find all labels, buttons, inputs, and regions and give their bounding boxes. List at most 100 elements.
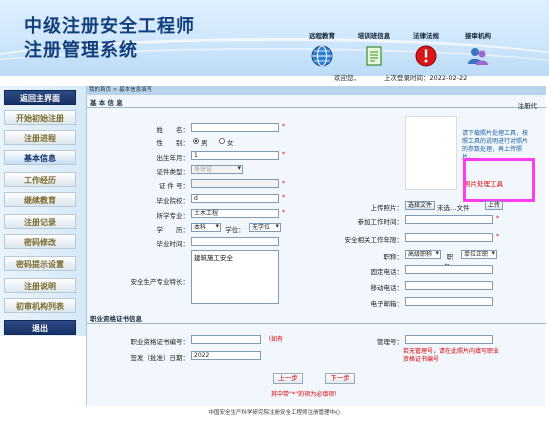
section-title-text: 基 本 信 息 — [90, 99, 123, 107]
alert-icon — [415, 45, 437, 67]
issue-date-label: 签发（批准）日期： — [130, 354, 190, 362]
education-select[interactable]: 本科 — [191, 223, 221, 232]
gender-male-radio[interactable] — [193, 138, 199, 144]
required-marker: * — [282, 180, 285, 187]
manager-number-note: 若无管理号，请在此照片内填写职业资格证书编号 — [403, 348, 500, 363]
sidebar-item-basic-info[interactable]: 基本信息 — [4, 150, 76, 165]
major-label: 所学专业： — [156, 212, 190, 220]
required-fields-note: 其中带“*”的项为必填项！ — [271, 391, 341, 398]
top-link-label: 法律法规 — [413, 32, 439, 40]
manager-number-label: 管理号： — [377, 338, 403, 346]
top-link-training[interactable]: 培训班信息 — [348, 30, 400, 67]
degree-label-text: 学位： — [225, 226, 245, 234]
email-label: 电子邮箱： — [370, 300, 404, 308]
people-icon — [468, 48, 488, 65]
sidebar-item-home[interactable]: 返回主界面 — [4, 90, 76, 105]
manager-number-input[interactable] — [405, 335, 493, 344]
birth-date-label: 出生年月： — [156, 154, 190, 162]
upload-button[interactable]: 上传 — [485, 201, 503, 210]
landline-label: 固定电话： — [370, 268, 404, 276]
birth-date-input[interactable]: 1 — [191, 151, 279, 160]
professional-title-select[interactable]: 高级职称 — [405, 250, 441, 259]
mobile-input[interactable] — [405, 281, 493, 290]
sidebar-item-change-password[interactable]: 密码修改 — [4, 234, 76, 249]
sidebar-item-registration-progress[interactable]: 注册进程 — [4, 130, 76, 145]
sidebar-item-continuing-education[interactable]: 继续教育 — [4, 192, 76, 207]
position-select[interactable]: 单位正职 — [461, 250, 497, 259]
required-marker: * — [282, 151, 285, 158]
choose-file-button[interactable]: 选择文件 — [405, 201, 435, 210]
next-step-button[interactable]: 下一步 — [325, 373, 355, 384]
safety-years-input[interactable] — [405, 233, 493, 242]
photo-preview — [405, 116, 457, 190]
id-type-select[interactable]: 身份证 — [191, 165, 243, 174]
welcome-text: 欢迎您， — [334, 74, 360, 82]
top-link-remote-education[interactable]: 远程教育 — [296, 30, 348, 67]
gender-male-label: 男 — [201, 139, 208, 147]
id-number-input[interactable] — [191, 179, 279, 188]
gender-female-label: 女 — [227, 139, 234, 147]
app-title-line1: 中级注册安全工程师 — [24, 16, 195, 37]
sidebar-item-start-registration[interactable]: 开始初始注册 — [4, 110, 76, 125]
globe-icon — [311, 45, 333, 67]
section-title-certificate: 职业资格证书信息 — [87, 314, 546, 324]
professional-title-label: 职称： — [383, 253, 404, 261]
email-input[interactable] — [405, 297, 493, 306]
required-marker: * — [496, 233, 499, 240]
expertise-textarea[interactable]: 建筑施工安全 — [191, 250, 279, 304]
expertise-label: 安全生产专业特长： — [130, 278, 190, 286]
gender-female-radio[interactable] — [219, 138, 225, 144]
sidebar: 返回主界面 开始初始注册 注册进程 基本信息 工作经历 继续教育 注册记录 密码… — [0, 86, 86, 336]
gender-label: 性 别： — [156, 139, 190, 147]
landline-input[interactable] — [405, 265, 493, 274]
work-start-label: 参加工作时间： — [357, 218, 404, 226]
name-label: 姓 名： — [156, 126, 190, 134]
sidebar-item-registration-guide[interactable]: 注册说明 — [4, 278, 76, 293]
school-label: 毕业院校： — [156, 197, 190, 205]
top-link-label: 接审机构 — [465, 32, 491, 40]
safety-years-label: 安全相关工作年限： — [344, 236, 404, 244]
top-links: 远程教育 培训班信息 法律法规 接审机构 — [296, 30, 536, 74]
file-status-text: 未选…文件 — [437, 204, 470, 212]
status-bar: 欢迎您， 上次登录时间：2022-02-22 — [90, 72, 549, 83]
school-input[interactable]: d — [191, 194, 279, 203]
registration-code-label: 注册代 — [517, 102, 538, 110]
degree-select[interactable]: 无学位 — [249, 223, 281, 232]
work-start-input[interactable] — [405, 215, 493, 224]
breadcrumb: 我的首页 > 基本信息填写 — [87, 86, 546, 95]
education-label: 学 历： — [156, 226, 190, 234]
sidebar-item-registration-records[interactable]: 注册记录 — [4, 214, 76, 229]
header-banner: 中级注册安全工程师 注册管理系统 远程教育 培训班信息 法律法规 接审机构 — [0, 0, 549, 76]
last-login-text: 上次登录时间：2022-02-22 — [384, 74, 468, 82]
id-type-label: 证件类型： — [156, 168, 190, 176]
sidebar-item-institution-list[interactable]: 初审机构列表 — [4, 298, 76, 313]
footer-text: 中国安全生产科学研究院注册安全工程师注册管理中心 — [208, 410, 341, 416]
top-link-label: 培训班信息 — [357, 32, 391, 40]
sidebar-item-work-history[interactable]: 工作经历 — [4, 172, 76, 187]
sidebar-item-password-hint[interactable]: 密码提示设置 — [4, 256, 76, 271]
issue-date-input[interactable]: 2022 — [191, 351, 261, 360]
app-title-line2: 注册管理系统 — [24, 40, 138, 61]
top-link-institutions[interactable]: 接审机构 — [452, 30, 504, 67]
required-marker: * — [496, 215, 499, 222]
name-input[interactable] — [191, 123, 279, 132]
highlight-box — [463, 158, 535, 202]
cert-number-label: 职业资格证书编号： — [130, 338, 190, 346]
graduation-date-input[interactable] — [191, 237, 279, 246]
major-input[interactable]: 土木工程 — [191, 209, 279, 218]
mobile-label: 移动电话： — [370, 284, 404, 292]
top-link-label: 远程教育 — [309, 32, 335, 40]
required-marker: * — [282, 209, 285, 216]
required-marker: * — [282, 194, 285, 201]
top-link-laws[interactable]: 法律法规 — [400, 30, 452, 67]
main-content: 我的首页 > 基本信息填写 基 本 信 息 注册代 姓 名： 性 别： 男 女 … — [86, 86, 546, 406]
required-marker: * — [282, 123, 285, 130]
cert-number-hint: （如有 — [265, 336, 284, 343]
cert-number-input[interactable] — [191, 335, 261, 344]
prev-step-button[interactable]: 上一步 — [273, 373, 303, 384]
upload-photo-label: 上传照片： — [370, 204, 404, 212]
document-icon — [366, 46, 382, 66]
graduation-date-label: 毕业时间： — [156, 240, 190, 248]
sidebar-item-logout[interactable]: 退出 — [4, 320, 76, 335]
id-number-label: 证 件 号： — [158, 182, 189, 190]
